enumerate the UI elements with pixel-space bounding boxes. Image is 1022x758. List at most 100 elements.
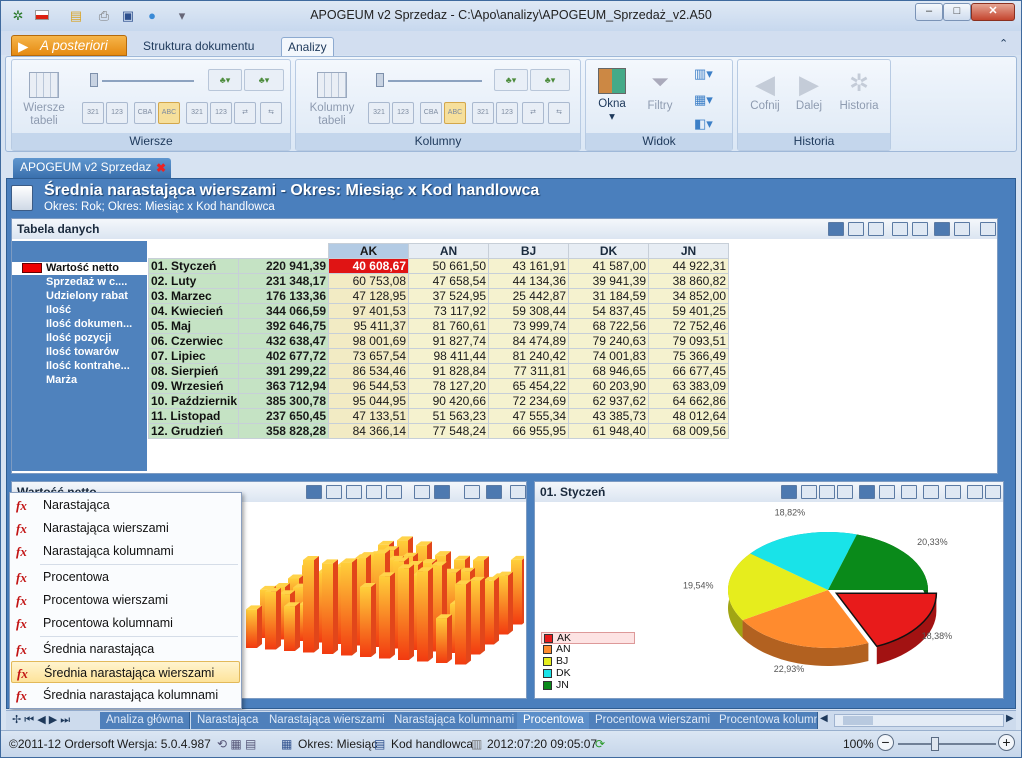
chart-view-icon[interactable]: ▥▾ <box>694 66 713 82</box>
measure-item[interactable]: Marża <box>46 374 144 386</box>
table-cell[interactable]: 81 240,42 <box>488 348 569 364</box>
table-cell[interactable]: 38 860,82 <box>648 273 729 289</box>
table-cell[interactable]: 77 548,24 <box>408 423 489 439</box>
table-cell[interactable]: 75 366,49 <box>648 348 729 364</box>
table-cell[interactable]: 60 753,08 <box>328 273 409 289</box>
layout-icon[interactable] <box>486 485 502 499</box>
scroll-left-icon[interactable]: ◀ <box>820 713 828 724</box>
table-cell[interactable]: 37 524,95 <box>408 288 489 304</box>
row-header[interactable]: 01. Styczeń <box>148 258 239 274</box>
bar-type-icon[interactable] <box>859 485 875 499</box>
rows-filter-dropdown-1[interactable]: ♣▾ <box>208 69 242 91</box>
bar3d[interactable] <box>483 576 499 645</box>
sort-321b-button[interactable]: 321 <box>186 102 208 124</box>
close-button[interactable]: ✕ <box>971 3 1015 21</box>
table-cell[interactable]: 72 752,46 <box>648 318 729 334</box>
row-total-cell[interactable]: 344 066,59 <box>238 303 329 319</box>
move-icon[interactable] <box>326 485 342 499</box>
bar3d[interactable] <box>341 558 357 656</box>
menu-item[interactable]: fx Średnia narastająca kolumnami <box>11 684 240 706</box>
cofnij-button[interactable]: ◀ Cofnij <box>744 68 786 113</box>
table-cell[interactable]: 68 946,65 <box>568 363 649 379</box>
okna-button[interactable]: Okna ▾ <box>592 68 632 124</box>
col-pivot-icon[interactable]: ⇆ <box>548 102 570 124</box>
sort-abc-button[interactable]: ABC <box>158 102 180 124</box>
table-cell[interactable]: 79 240,63 <box>568 333 649 349</box>
table-cell[interactable]: 96 544,53 <box>328 378 409 394</box>
rows-slider[interactable] <box>102 80 194 82</box>
table-cell[interactable]: 95 411,37 <box>328 318 409 334</box>
table-cell[interactable]: 68 722,56 <box>568 318 649 334</box>
minimize-button[interactable]: – <box>915 3 943 21</box>
row-total-cell[interactable]: 385 300,78 <box>238 393 329 409</box>
cols-filter-dropdown-2[interactable]: ♣▾ <box>530 69 570 91</box>
table-cell[interactable]: 90 420,66 <box>408 393 489 409</box>
table-cell[interactable]: 54 837,45 <box>568 303 649 319</box>
table2-icon[interactable] <box>923 485 939 499</box>
bar2d-icon[interactable] <box>464 485 480 499</box>
table-cell[interactable]: 47 133,51 <box>328 408 409 424</box>
maximize-button[interactable]: □ <box>943 3 971 21</box>
row-total-cell[interactable]: 358 828,28 <box>238 423 329 439</box>
rotate-icon[interactable] <box>306 485 322 499</box>
sort-123b-button[interactable]: 123 <box>210 102 232 124</box>
col-sort-123b-button[interactable]: 123 <box>496 102 518 124</box>
column-header[interactable]: AK <box>328 243 409 259</box>
row-header[interactable]: 06. Czerwiec <box>148 333 239 349</box>
settings-icon[interactable] <box>901 485 917 499</box>
measure-item[interactable]: Ilość dokumen... <box>46 318 144 330</box>
table-cell[interactable]: 51 563,23 <box>408 408 489 424</box>
sheet-tab[interactable]: Narastająca kolumnami <box>388 712 522 729</box>
table-cell[interactable]: 81 760,61 <box>408 318 489 334</box>
measure-item[interactable]: Ilość towarów <box>46 346 144 358</box>
row-total-cell[interactable]: 237 650,45 <box>238 408 329 424</box>
zoom-slider-thumb[interactable] <box>931 737 939 751</box>
sheet-tab[interactable]: Narastająca wierszami <box>263 712 392 729</box>
column-header[interactable]: DK <box>568 243 649 259</box>
table-cell[interactable]: 66 677,45 <box>648 363 729 379</box>
table-cell[interactable]: 44 922,31 <box>648 258 729 274</box>
status-tools-icons[interactable]: ⟲ ▦ ▤ <box>217 737 256 751</box>
row-total-cell[interactable]: 402 677,72 <box>238 348 329 364</box>
menu-item-selected[interactable]: fx Średnia narastająca wierszami <box>11 661 240 683</box>
pie-chart[interactable]: 18,38% 22,93% 19,54% 18,82% 20,33% <box>655 504 1001 696</box>
bar3d[interactable] <box>417 567 433 662</box>
wiersze-tabeli-button[interactable]: Wiersze tabeli <box>18 72 70 128</box>
filtry-button[interactable]: ⏷ Filtry <box>640 68 680 113</box>
measure-item[interactable]: Ilość <box>46 304 144 316</box>
close-pie-icon[interactable] <box>985 485 1001 499</box>
table-cell[interactable]: 72 234,69 <box>488 393 569 409</box>
collapse-ribbon-icon[interactable]: ⌃ <box>999 37 1008 50</box>
table-cell[interactable]: 68 009,56 <box>648 423 729 439</box>
row-total-cell[interactable]: 176 133,36 <box>238 288 329 304</box>
table-cell[interactable]: 79 093,51 <box>648 333 729 349</box>
line-type-icon[interactable] <box>801 485 817 499</box>
column-header[interactable]: AN <box>408 243 489 259</box>
table-cell[interactable]: 91 828,84 <box>408 363 489 379</box>
kolumny-tabeli-button[interactable]: Kolumny tabeli <box>304 72 360 128</box>
scatter-type-icon[interactable] <box>837 485 853 499</box>
measure-item[interactable]: Sprzedaż w c.... <box>46 276 144 288</box>
zoom-slider[interactable] <box>898 743 996 745</box>
grid-filter-icon[interactable] <box>868 222 884 236</box>
table-cell[interactable]: 78 127,20 <box>408 378 489 394</box>
chart3d-plot[interactable] <box>240 506 524 696</box>
row-total-cell[interactable]: 392 646,75 <box>238 318 329 334</box>
table-cell[interactable]: 84 366,14 <box>328 423 409 439</box>
menu-item[interactable]: fx Narastająca wierszami <box>11 517 240 539</box>
table-cell[interactable]: 48 012,64 <box>648 408 729 424</box>
measure-item[interactable]: Ilość pozycji <box>46 332 144 344</box>
table-cell[interactable]: 47 128,95 <box>328 288 409 304</box>
rows-layout2-icon[interactable] <box>912 222 928 236</box>
row-total-cell[interactable]: 220 941,39 <box>238 258 329 274</box>
sort-321-button[interactable]: 321 <box>82 102 104 124</box>
sheet-tab[interactable]: Analiza główna <box>100 712 191 729</box>
col-sort-321-button[interactable]: 321 <box>368 102 390 124</box>
bar3d[interactable] <box>436 614 452 663</box>
row-total-cell[interactable]: 363 712,94 <box>238 378 329 394</box>
sheet-nav-icons[interactable]: ✢ ⏮ ◀ ▶ ⏭ <box>12 713 70 727</box>
row-total-cell[interactable]: 391 299,22 <box>238 363 329 379</box>
menu-item[interactable]: fx Narastająca kolumnami <box>11 540 240 562</box>
table-cell[interactable]: 73 999,74 <box>488 318 569 334</box>
menu-item[interactable]: fx Procentowa wierszami <box>11 589 240 611</box>
